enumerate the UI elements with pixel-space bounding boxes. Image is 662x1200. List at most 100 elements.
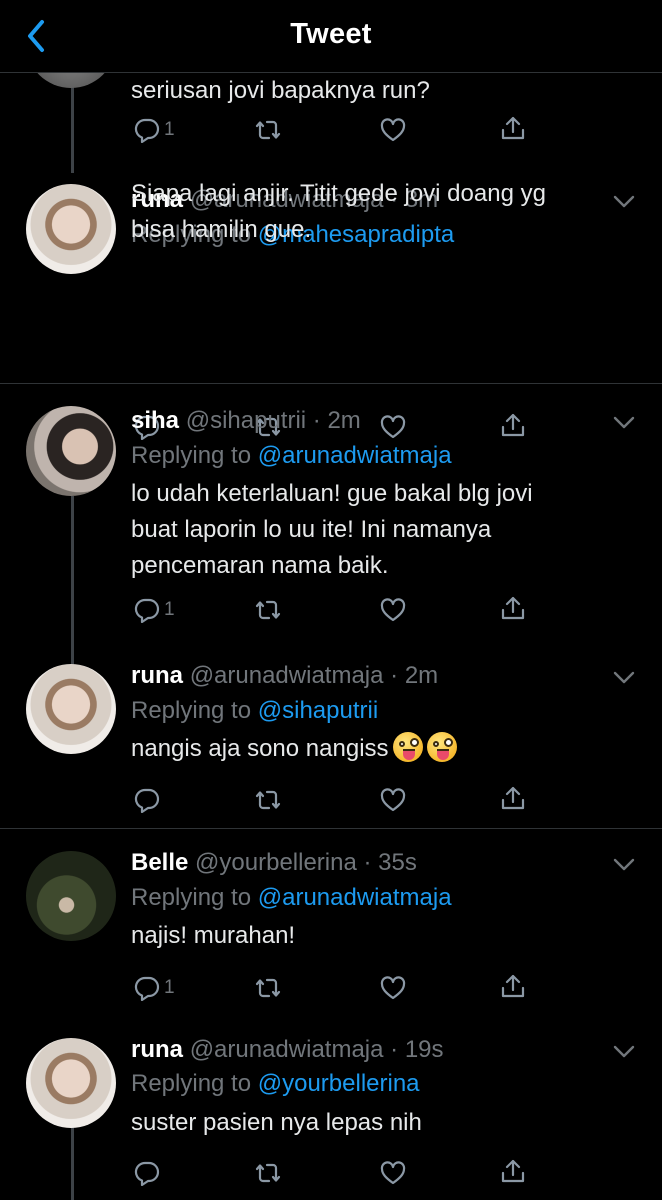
share-icon bbox=[501, 413, 525, 437]
caret-down-icon[interactable] bbox=[612, 1044, 636, 1060]
share-button[interactable] bbox=[500, 593, 526, 623]
mention-link[interactable]: @sihaputrii bbox=[258, 697, 378, 724]
avatar[interactable] bbox=[26, 406, 116, 496]
reply-count: 1 bbox=[164, 119, 175, 140]
display-name[interactable]: siha bbox=[131, 407, 179, 434]
zany-face-emoji bbox=[392, 732, 423, 762]
like-icon bbox=[380, 1161, 406, 1185]
handle[interactable]: @yourbellerina bbox=[195, 849, 357, 876]
handle[interactable]: @arunadwiatmaja bbox=[190, 662, 384, 689]
timestamp: 2m bbox=[327, 407, 361, 434]
avatar[interactable] bbox=[26, 184, 116, 274]
like-button[interactable] bbox=[380, 115, 406, 145]
share-icon bbox=[501, 974, 525, 998]
reply-button[interactable] bbox=[134, 785, 164, 815]
replying-to: Replying to @yourbellerina bbox=[131, 1070, 420, 1098]
tweet-meta: runa @arunadwiatmaja · 19s bbox=[131, 1036, 444, 1064]
share-button[interactable] bbox=[500, 113, 526, 143]
display-name[interactable]: Belle bbox=[131, 849, 188, 876]
share-button[interactable] bbox=[500, 1156, 526, 1186]
caret-down-icon[interactable] bbox=[612, 857, 636, 873]
reply-icon bbox=[134, 598, 160, 623]
tweet-meta: siha @sihaputrii · 2m bbox=[131, 407, 361, 435]
reply-button[interactable]: 1 bbox=[134, 973, 175, 1003]
tweet-text-line: lo udah keterlaluan! gue bakal blg jovi bbox=[131, 480, 533, 507]
mention-link[interactable]: @arunadwiatmaja bbox=[258, 442, 452, 469]
like-icon bbox=[380, 976, 406, 1000]
retweet-button[interactable] bbox=[255, 785, 281, 815]
like-button[interactable] bbox=[380, 595, 406, 625]
retweet-icon bbox=[255, 978, 281, 998]
thread-line bbox=[71, 73, 74, 173]
avatar[interactable] bbox=[26, 851, 116, 941]
reply-button[interactable]: 1 bbox=[134, 115, 175, 145]
tweet-text-container: nangis aja sono nangiss bbox=[131, 731, 631, 767]
replying-label: Replying to bbox=[131, 697, 252, 724]
divider bbox=[0, 828, 662, 829]
replying-label: Replying to bbox=[131, 1070, 252, 1097]
like-icon bbox=[380, 118, 406, 142]
retweet-icon bbox=[255, 790, 281, 810]
page-title: Tweet bbox=[290, 18, 372, 50]
tweet-meta: Belle @yourbellerina · 35s bbox=[131, 849, 417, 877]
like-button[interactable] bbox=[380, 412, 406, 442]
replying-to: Replying to @arunadwiatmaja bbox=[131, 884, 452, 912]
avatar[interactable] bbox=[26, 73, 116, 88]
divider bbox=[0, 383, 662, 384]
retweet-icon bbox=[255, 600, 281, 620]
reply-count: 1 bbox=[164, 599, 175, 620]
top-bar: Tweet bbox=[0, 0, 662, 73]
thread-line bbox=[71, 496, 74, 666]
display-name[interactable]: runa bbox=[131, 662, 183, 689]
reply-count: 1 bbox=[164, 977, 175, 998]
tweet-text: nangis aja sono nangiss bbox=[131, 735, 389, 762]
time-separator: · bbox=[383, 1036, 405, 1063]
like-button[interactable] bbox=[380, 785, 406, 815]
replying-to: Replying to @arunadwiatmaja bbox=[131, 442, 452, 470]
timestamp: 2m bbox=[404, 662, 439, 689]
mention-link[interactable]: @yourbellerina bbox=[258, 1070, 420, 1097]
timestamp: 35s bbox=[378, 849, 417, 876]
share-button[interactable] bbox=[500, 783, 526, 813]
reply-button[interactable] bbox=[134, 1158, 164, 1188]
caret-down-icon[interactable] bbox=[612, 670, 636, 686]
handle[interactable]: @arunadwiatmaja bbox=[190, 1036, 384, 1063]
tweet-meta: runa @arunadwiatmaja · 2m bbox=[131, 662, 438, 690]
replying-label: Replying to bbox=[131, 442, 252, 469]
tweet-thread[interactable]: seriusan jovi bapaknya run? 1 runa @arun… bbox=[0, 73, 662, 1200]
reply-icon bbox=[134, 976, 160, 1001]
retweet-button[interactable] bbox=[255, 973, 281, 1003]
like-icon bbox=[380, 415, 406, 439]
like-button[interactable] bbox=[380, 1158, 406, 1188]
share-icon bbox=[501, 596, 525, 620]
retweet-button[interactable] bbox=[255, 115, 281, 145]
like-button[interactable] bbox=[380, 973, 406, 1003]
tweet-text-line: pencemaran nama baik. bbox=[131, 552, 389, 579]
display-name[interactable]: runa bbox=[131, 1036, 183, 1063]
reply-icon bbox=[134, 788, 160, 813]
share-icon bbox=[501, 1159, 525, 1183]
retweet-button[interactable] bbox=[255, 595, 281, 625]
avatar[interactable] bbox=[26, 664, 116, 754]
avatar[interactable] bbox=[26, 1038, 116, 1128]
mention-link[interactable]: @arunadwiatmaja bbox=[258, 884, 452, 911]
caret-down-icon[interactable] bbox=[612, 415, 636, 431]
replying-label: Replying to bbox=[131, 884, 252, 911]
time-separator: · bbox=[383, 662, 405, 689]
handle[interactable]: @sihaputrii bbox=[186, 407, 306, 434]
time-separator: · bbox=[306, 407, 328, 434]
tweet-text-line: Siapa lagi anjir. Titit gede jovi doang … bbox=[131, 180, 546, 207]
share-button[interactable] bbox=[500, 410, 526, 440]
like-icon bbox=[380, 788, 406, 812]
zany-face-emoji bbox=[426, 732, 457, 762]
share-icon bbox=[501, 786, 525, 810]
tweet-text-line: bisa hamilin gue. bbox=[131, 216, 312, 243]
reply-icon bbox=[134, 118, 160, 143]
tweet-text: najis! murahan! bbox=[131, 922, 296, 949]
retweet-button[interactable] bbox=[255, 1158, 281, 1188]
share-button[interactable] bbox=[500, 971, 526, 1001]
tweet-text: suster pasien nya lepas nih bbox=[131, 1109, 422, 1136]
retweet-icon bbox=[255, 120, 281, 140]
reply-button[interactable]: 1 bbox=[134, 595, 175, 625]
thread-line bbox=[71, 1125, 74, 1200]
